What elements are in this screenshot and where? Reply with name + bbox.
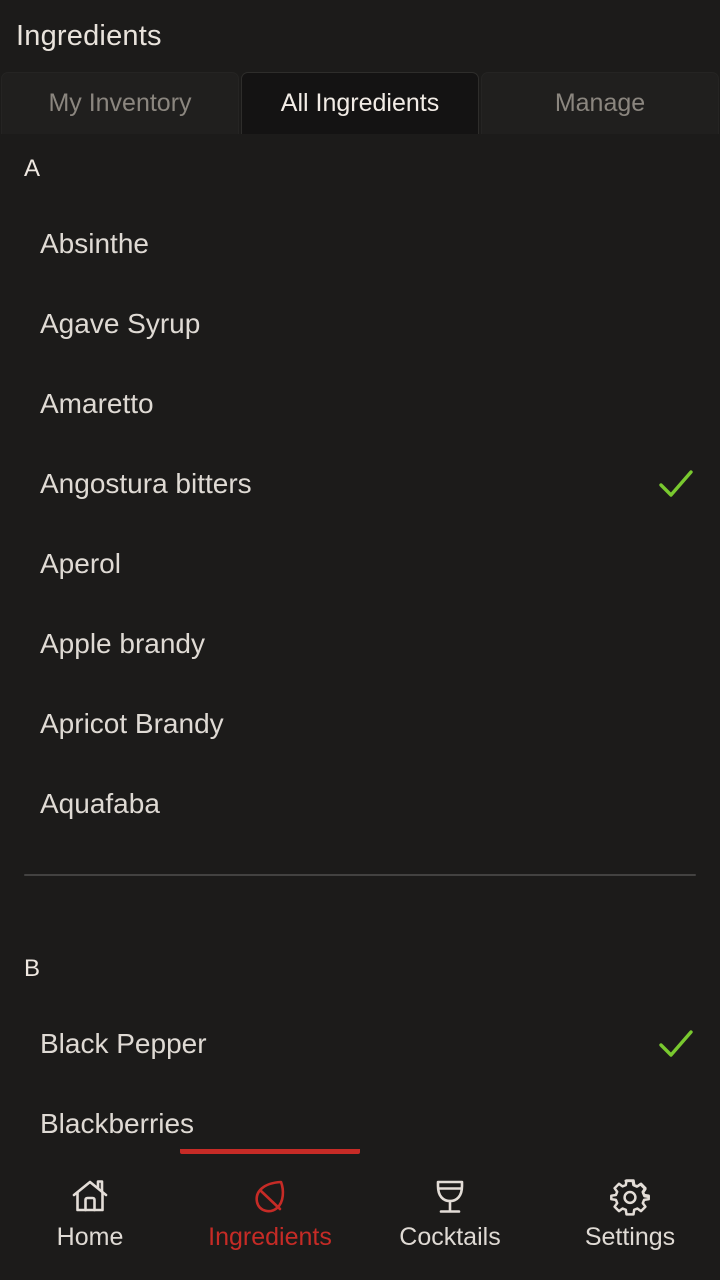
leaf-icon [248, 1175, 292, 1219]
active-indicator [180, 1149, 360, 1154]
ingredient-name: Blackberries [40, 1108, 195, 1139]
ingredient-name: Aperol [40, 548, 121, 579]
list-item[interactable]: Absinthe [0, 204, 720, 284]
nav-item-home[interactable]: Home [0, 1149, 180, 1280]
ingredient-list[interactable]: A Absinthe Agave Syrup Amaretto Angostur… [0, 134, 720, 1280]
nav-label: Cocktails [399, 1223, 501, 1251]
nav-label: Home [56, 1223, 124, 1251]
ingredient-name: Aquafaba [40, 788, 160, 819]
ingredient-name: Apple brandy [40, 628, 206, 659]
list-item[interactable]: Aperol [0, 524, 720, 604]
home-icon [68, 1175, 112, 1219]
gear-icon [608, 1175, 652, 1219]
nav-item-cocktails[interactable]: Cocktails [360, 1149, 540, 1280]
page-title: Ingredients [16, 19, 162, 52]
nav-item-ingredients[interactable]: Ingredients [180, 1149, 360, 1280]
nav-label: Settings [584, 1223, 676, 1251]
tab-bar: My Inventory All Ingredients Manage [0, 72, 720, 134]
nav-item-settings[interactable]: Settings [540, 1149, 720, 1280]
nav-label: Ingredients [208, 1223, 332, 1251]
tab-all-ingredients[interactable]: All Ingredients [241, 72, 479, 134]
list-item[interactable]: Agave Syrup [0, 284, 720, 364]
ingredient-name: Amaretto [40, 388, 154, 419]
checkmark-icon [656, 464, 696, 504]
ingredient-name: Agave Syrup [40, 308, 201, 339]
ingredient-name: Black Pepper [40, 1028, 207, 1059]
tab-manage[interactable]: Manage [481, 72, 719, 134]
list-item[interactable]: Apricot Brandy [0, 684, 720, 764]
tab-label: Manage [554, 89, 646, 117]
tab-my-inventory[interactable]: My Inventory [1, 72, 239, 134]
cocktail-glass-icon [428, 1175, 472, 1219]
list-item[interactable]: Angostura bitters [0, 444, 720, 524]
section-header-b: B [24, 955, 41, 982]
ingredient-name: Apricot Brandy [40, 708, 224, 739]
list-item[interactable]: Black Pepper [0, 1004, 720, 1084]
list-item[interactable]: Amaretto [0, 364, 720, 444]
ingredient-name: Angostura bitters [40, 468, 252, 499]
tab-label: All Ingredients [280, 89, 440, 117]
list-item[interactable]: Apple brandy [0, 604, 720, 684]
app-header: Ingredients [0, 0, 720, 72]
bottom-navigation: Home Ingredients Cocktails Settings [0, 1149, 720, 1280]
checkmark-icon [656, 1024, 696, 1064]
list-item[interactable]: Aquafaba [0, 764, 720, 844]
section-header-a: A [24, 155, 41, 182]
ingredients-screen: Ingredients My Inventory All Ingredients… [0, 0, 720, 1280]
tab-label: My Inventory [48, 89, 192, 117]
ingredient-name: Absinthe [40, 228, 149, 259]
